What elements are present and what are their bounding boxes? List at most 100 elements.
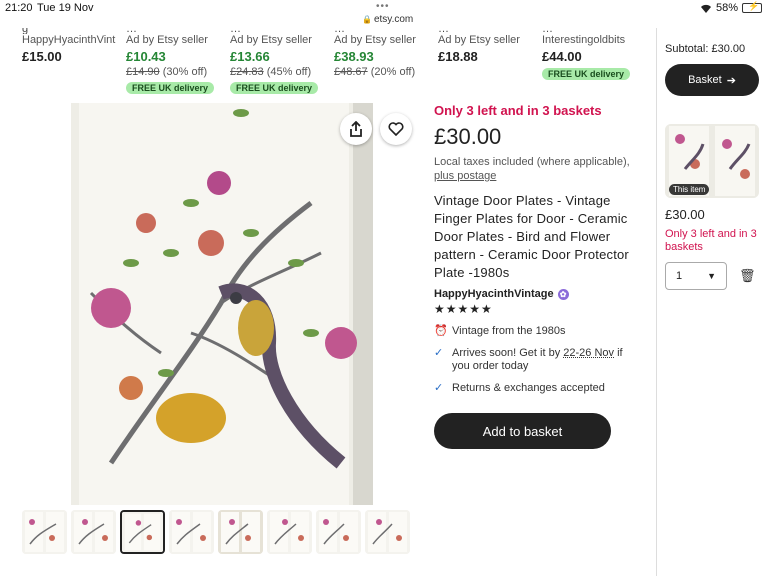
check-icon: ✓ [434, 382, 444, 394]
product-price: £30.00 [434, 124, 502, 149]
ad-strike-price: £24.83 [230, 66, 264, 78]
rating-stars[interactable]: ★★★★★ [434, 302, 634, 316]
free-delivery-badge: FREE UK delivery [230, 82, 319, 94]
arrival-prefix: Arrives soon! Get it by [452, 347, 564, 359]
ad-price: £44.00 [542, 49, 582, 64]
thumbnail-illustration [71, 510, 116, 554]
thumbnail-image[interactable] [22, 510, 67, 554]
ad-discount: (20% off) [370, 66, 416, 78]
ad-strike-price: £48.67 [334, 66, 368, 78]
status-right: 58% ⚡ [700, 1, 762, 14]
quantity-value: 1 [676, 270, 683, 282]
check-icon: ✓ [434, 347, 444, 359]
ad-original-price: £14.90 (30% off) [126, 66, 214, 78]
quantity-row: 1 ▼ 🗑 [665, 262, 765, 290]
status-date: Tue 19 Nov [37, 2, 94, 14]
quantity-select[interactable]: 1 ▼ [665, 262, 727, 290]
basket-item-urgency: Only 3 left and in 3 baskets [665, 228, 757, 253]
ad-price: £13.66 [230, 49, 270, 64]
status-time: 21:20 [5, 2, 33, 14]
star-seller-icon: ✿ [557, 288, 569, 300]
shop-name[interactable]: HappyHyacinthVintage ✿ [434, 288, 634, 300]
ad-discount: (30% off) [162, 66, 208, 78]
ad-card[interactable]: … Ad by Etsy seller £10.43 £14.90 (30% off)… [126, 28, 215, 96]
ad-seller: Ad by Etsy seller [334, 34, 416, 46]
product-title: Vintage Door Plates - Vintage Finger Pla… [434, 193, 629, 280]
free-delivery-badge: FREE UK delivery [126, 82, 215, 94]
share-button[interactable] [340, 113, 372, 145]
ad-card[interactable]: … Ad by Etsy seller £18.88 [438, 28, 520, 64]
shop-name-text: HappyHyacinthVintage [434, 288, 554, 300]
ad-original-price: £24.83 (45% off) [230, 66, 318, 78]
add-to-basket-button[interactable]: Add to basket [434, 413, 611, 449]
postage-link[interactable]: plus postage [434, 170, 496, 182]
basket-item-image[interactable]: This item [665, 124, 759, 198]
thumbnail-image[interactable] [267, 510, 312, 554]
favorite-button[interactable] [380, 113, 412, 145]
basket-subtotal: Subtotal: £30.00 [665, 43, 746, 55]
basket-item-price: £30.00 [665, 207, 705, 222]
thumbnail-image[interactable] [218, 510, 263, 554]
basket-button-label: Basket [688, 74, 722, 86]
feature-arrival-text: Arrives soon! Get it by 22-26 Nov if you… [452, 347, 634, 373]
thumbnail-illustration [316, 510, 361, 554]
thumbnail-illustration [169, 510, 214, 554]
ad-discount: (45% off) [266, 66, 312, 78]
status-bar: 21:20 Tue 19 Nov ••• 🔒 etsy.com 58% ⚡ [0, 0, 768, 28]
arrow-right-icon: ➔ [726, 74, 736, 87]
charging-bolt-icon: ⚡ [748, 1, 760, 11]
feature-vintage-text: Vintage from the 1980s [452, 325, 566, 337]
feature-vintage: ⏰ Vintage from the 1980s [434, 325, 634, 338]
ad-seller: HappyHyacinthVint [22, 34, 116, 46]
product-info: Only 3 left and in 3 baskets £30.00 Loca… [434, 103, 634, 395]
delivery-dates-link[interactable]: 22-26 Nov [563, 347, 614, 359]
feature-returns: ✓ Returns & exchanges accepted [434, 382, 634, 395]
basket-sidebar: Subtotal: £30.00 Basket ➔ This item £30.0… [665, 28, 765, 290]
thumbnail-illustration [267, 510, 312, 554]
ad-price: £38.93 [334, 49, 374, 64]
ad-price: £15.00 [22, 49, 62, 64]
thumbnail-illustration [122, 512, 163, 552]
thumbnail-image[interactable] [316, 510, 361, 554]
ad-original-price: £48.67 (20% off) [334, 66, 416, 78]
ad-card[interactable]: … Interestingoldbits £44.00 FREE UK deliver… [542, 28, 631, 82]
address-bar[interactable]: 🔒 etsy.com [362, 14, 413, 25]
ad-price: £18.88 [438, 49, 478, 64]
share-icon [350, 121, 362, 137]
ad-seller: Interestingoldbits [542, 34, 626, 46]
stock-urgency: Only 3 left and in 3 baskets [434, 103, 602, 118]
free-delivery-badge: FREE UK delivery [542, 68, 631, 80]
ad-seller: Ad by Etsy seller [126, 34, 208, 46]
battery-icon: ⚡ [742, 1, 762, 13]
trash-icon[interactable]: 🗑 [739, 268, 756, 284]
ad-price: £10.43 [126, 49, 166, 64]
door-plate-illustration [71, 103, 373, 505]
thumbnail-strip [22, 510, 417, 556]
thumbnail-image[interactable] [169, 510, 214, 554]
feature-arrival: ✓ Arrives soon! Get it by 22-26 Nov if y… [434, 347, 634, 373]
ad-card[interactable]: … Ad by Etsy seller £13.66 £24.83 (45% off)… [230, 28, 319, 96]
battery-percent: 58% [715, 2, 738, 14]
thumbnail-image[interactable] [120, 510, 165, 554]
thumbnail-illustration [22, 510, 67, 554]
ad-card[interactable]: g HappyHyacinthVint £15.00 [22, 28, 115, 64]
heart-icon [388, 122, 404, 136]
this-item-label: This item [669, 184, 710, 195]
multitasking-dots-icon[interactable]: ••• [376, 1, 390, 12]
thumbnail-image[interactable] [365, 510, 410, 554]
tax-text: Local taxes included (where applicable), [434, 156, 630, 168]
url-text: etsy.com [373, 14, 414, 25]
tax-note: Local taxes included (where applicable),… [434, 155, 634, 183]
recommended-ads-row: g HappyHyacinthVint £15.00… Ad by Etsy sell… [0, 28, 640, 98]
feature-returns-text: Returns & exchanges accepted [452, 382, 605, 394]
ad-strike-price: £14.90 [126, 66, 160, 78]
thumbnail-image[interactable] [71, 510, 116, 554]
wifi-icon [700, 4, 711, 13]
ad-card[interactable]: … Ad by Etsy seller £38.93 £48.67 (20% off) [334, 28, 416, 78]
chevron-down-icon: ▼ [707, 271, 716, 281]
product-main-image[interactable] [71, 103, 373, 505]
ad-seller: Ad by Etsy seller [438, 34, 520, 46]
ad-seller: Ad by Etsy seller [230, 34, 312, 46]
basket-button[interactable]: Basket ➔ [665, 64, 759, 96]
thumbnail-illustration [218, 510, 263, 554]
